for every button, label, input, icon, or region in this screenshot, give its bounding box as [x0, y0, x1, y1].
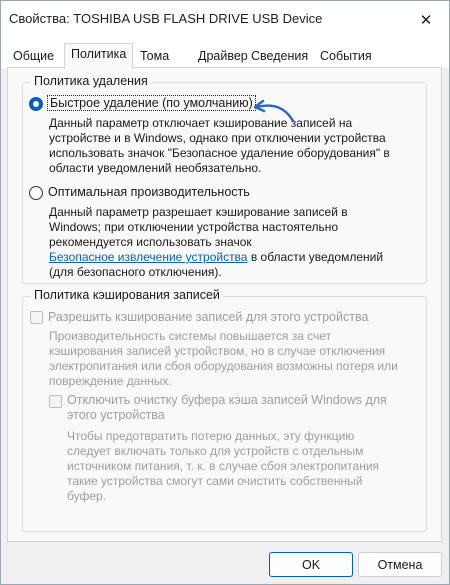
close-icon: ✕	[419, 12, 433, 29]
enable-write-caching-label[interactable]: Разрешить кэширование записей для этого …	[48, 310, 368, 324]
window-title: Свойства: TOSHIBA USB FLASH DRIVE USB De…	[9, 11, 323, 26]
enable-write-caching-description: Производительность системы повышается за…	[49, 329, 398, 388]
turn-off-cache-flushing-description: Чтобы предотвратить потерю данных, эту ф…	[67, 429, 380, 503]
better-performance-description: Данный параметр разрешает кэширование за…	[49, 205, 384, 279]
write-caching-group: Политика кэширования записей Разрешить к…	[22, 288, 427, 532]
policies-panel: Политика удаления Быстрое удаление (по у…	[7, 67, 442, 542]
title-bar: Свойства: TOSHIBA USB FLASH DRIVE USB De…	[1, 1, 449, 39]
better-performance-label[interactable]: Оптимальная производительность	[48, 185, 250, 199]
properties-dialog: Свойства: TOSHIBA USB FLASH DRIVE USB De…	[0, 0, 450, 585]
tab-policies[interactable]: Политика	[64, 43, 134, 69]
safely-remove-hardware-link[interactable]: Безопасное извлечение устройства	[49, 250, 247, 264]
cancel-button[interactable]: Отмена	[358, 552, 442, 577]
tab-events[interactable]: События	[314, 46, 378, 68]
enable-write-caching-checkbox[interactable]	[30, 311, 43, 324]
tab-strip: Общие Политика Тома Драйвер Сведения Соб…	[1, 39, 449, 69]
better-performance-radio[interactable]	[29, 186, 43, 200]
turn-off-cache-flushing-label[interactable]: Отключить очистку буфера кэша записей Wi…	[67, 393, 387, 423]
quick-removal-radio[interactable]	[29, 97, 43, 111]
ok-button[interactable]: OK	[269, 552, 353, 577]
quick-removal-label[interactable]: Быстрое удаление (по умолчанию)	[47, 95, 256, 111]
quick-removal-description: Данный параметр отключает кэширование за…	[49, 116, 390, 175]
removal-policy-title: Политика удаления	[31, 74, 151, 88]
tab-general[interactable]: Общие	[7, 46, 60, 68]
close-button[interactable]: ✕	[403, 1, 449, 39]
annotation-arrow-icon	[253, 99, 295, 123]
tab-volumes[interactable]: Тома	[134, 46, 175, 68]
write-caching-title: Политика кэширования записей	[31, 288, 223, 302]
turn-off-cache-flushing-checkbox[interactable]	[49, 395, 62, 408]
removal-policy-group: Политика удаления Быстрое удаление (по у…	[22, 74, 427, 284]
tab-details[interactable]: Сведения	[245, 46, 314, 68]
